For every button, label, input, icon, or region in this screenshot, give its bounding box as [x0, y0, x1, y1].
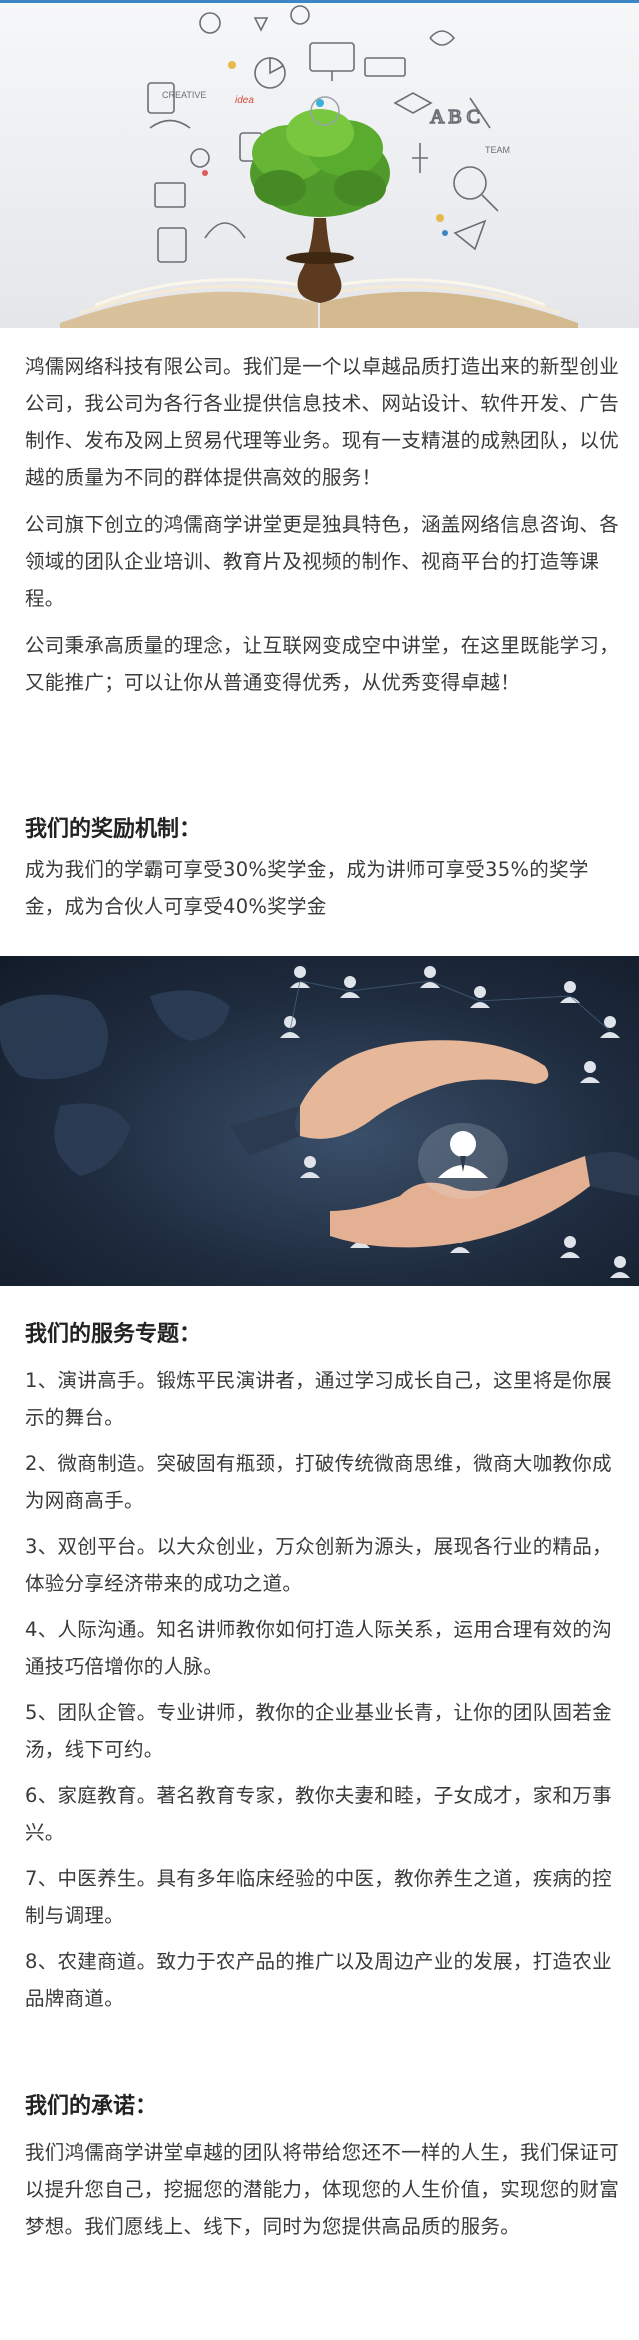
reward-heading: 我们的奖励机制：	[25, 817, 202, 842]
service-item-3: 3、双创平台。以大众创业，万众创新为源头，展现各行业的精品，体验分享经济带来的成…	[25, 1535, 612, 1595]
service-item-1: 1、演讲高手。锻炼平民演讲者，通过学习成长自己，这里将是你展示的舞台。	[25, 1369, 612, 1429]
flask-icon	[253, 17, 269, 32]
promise-text: 我们鸿儒商学讲堂卓越的团队将带给您还不一样的人生，我们保证可以提升您自己，挖掘您…	[25, 2141, 620, 2238]
tree-canopy	[250, 109, 390, 217]
services-heading: 我们的服务专题：	[25, 1322, 202, 1347]
hero-illustration: CREATIVE idea TEAM A B C	[60, 5, 578, 328]
plus-icon	[412, 143, 428, 173]
dot-yellow	[228, 61, 236, 69]
monitor-icon	[309, 42, 355, 72]
hero-image: CREATIVE idea TEAM A B C	[0, 3, 639, 328]
keyboard-icon	[364, 57, 406, 77]
gear-icon	[199, 12, 221, 34]
service-item-5: 5、团队企管。专业讲师，教你的企业基业长青，让你的团队固若金汤，线下可约。	[25, 1701, 612, 1761]
intro-paragraph-3: 公司秉承高质量的理念，让互联网变成空中讲堂，在这里既能学习，又能推广；可以让你从…	[25, 634, 620, 694]
lightbulb-icon	[290, 5, 310, 25]
reward-text: 成为我们的学霸可享受30%奖学金，成为讲师可享受35%的奖学金，成为合伙人可享受…	[25, 858, 589, 918]
promise-heading: 我们的承诺：	[25, 2094, 158, 2119]
doodle-letters: A B C	[430, 106, 480, 128]
swirl-icon	[149, 119, 191, 129]
dot-yellow-2	[436, 214, 444, 222]
service-item-8: 8、农建商道。致力于农产品的推广以及周边产业的发展，打造农业品牌商道。	[25, 1950, 612, 2010]
service-item-4: 4、人际沟通。知名讲师教你如何打造人际关系，运用合理有效的沟通技巧倍增你的人脉。	[25, 1618, 612, 1678]
banner-illustration	[0, 966, 639, 1278]
banner-image	[0, 956, 639, 1286]
upper-hand	[300, 1040, 549, 1139]
intro-section: 鸿儒网络科技有限公司。我们是一个以卓越品质打造出来的新型创业公司，我公司为各行各…	[25, 348, 619, 701]
service-item-6: 6、家庭教育。著名教育专家，教你夫妻和睦，子女成才，家和万事兴。	[25, 1784, 612, 1844]
clipboard-icon	[157, 227, 187, 263]
magnifier-icon	[453, 166, 487, 200]
dot-blue-2	[442, 230, 448, 236]
person-icon-highlight	[418, 1123, 508, 1199]
dot-red	[202, 170, 208, 176]
service-item-2: 2、微商制造。突破固有瓶颈，打破传统微商思维，微商大咖教你成为网商高手。	[25, 1452, 612, 1512]
service-item-7: 7、中医养生。具有多年临床经验的中医，教你养生之道，疾病的控制与调理。	[25, 1867, 612, 1927]
wave-icon	[204, 222, 246, 239]
reward-section: 我们的奖励机制： 成为我们的学霸可享受30%奖学金，成为讲师可享受35%的奖学金…	[25, 815, 619, 925]
doodle-word-creative: CREATIVE	[162, 90, 206, 100]
laptop-icon	[154, 182, 186, 208]
intro-paragraph-1: 鸿儒网络科技有限公司。我们是一个以卓越品质打造出来的新型创业公司，我公司为各行各…	[25, 355, 620, 489]
cube-icon	[393, 92, 433, 114]
promise-section: 我们的承诺： 我们鸿儒商学讲堂卓越的团队将带给您还不一样的人生，我们保证可以提升…	[25, 2092, 619, 2245]
network-lines	[289, 980, 611, 1032]
book-left-page	[60, 291, 318, 328]
cloud-icon	[429, 30, 456, 46]
intro-paragraph-2: 公司旗下创立的鸿儒商学讲堂更是独具特色，涵盖网络信息咨询、各领域的团队企业培训、…	[25, 513, 620, 610]
doodle-word-team: TEAM	[485, 145, 510, 155]
book-right-page	[320, 291, 578, 328]
paper-plane-icon	[453, 219, 487, 251]
doodle-word-idea: idea	[235, 95, 254, 106]
world-map	[0, 990, 230, 1176]
services-section: 我们的服务专题： 1、演讲高手。锻炼平民演讲者，通过学习成长自己，这里将是你展示…	[25, 1320, 619, 2017]
